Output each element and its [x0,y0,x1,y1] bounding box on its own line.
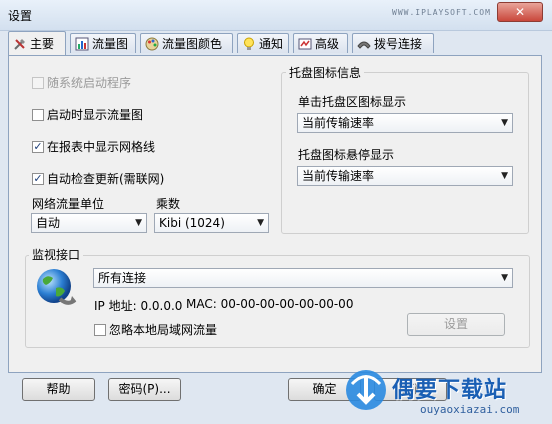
advanced-icon [298,38,312,49]
multiplier-select[interactable]: Kibi (1024) ▼ [154,213,269,233]
unit-value: 自动 [36,216,61,230]
autostart-label: 随系统启动程序 [47,76,132,90]
chevron-down-icon: ▼ [257,218,264,228]
ignore-lan-checkbox[interactable] [94,323,106,336]
show-graph-label: 启动时显示流量图 [47,108,144,122]
chevron-down-icon: ▼ [501,171,508,181]
help-button[interactable]: 帮助 [22,378,95,401]
auto-update-option[interactable]: ✓ 自动检查更新(需联网) [32,170,164,187]
tab-notifications[interactable]: 通知 [237,33,289,53]
palette-icon [145,37,159,50]
autostart-option[interactable]: 随系统启动程序 [32,74,131,91]
tab-label: 拨号连接 [374,37,423,51]
gridlines-label: 在报表中显示网格线 [47,140,156,154]
tab-label: 高级 [315,37,340,51]
tab-general[interactable]: 主要 [8,31,66,55]
multiplier-value: Kibi (1024) [159,216,225,230]
interface-value: 所有连接 [98,271,147,285]
bar-chart-icon [75,37,89,50]
watermark-logo-icon [346,370,386,410]
auto-update-label: 自动检查更新(需联网) [47,172,165,186]
chevron-down-icon: ▼ [501,118,508,128]
ignore-lan-option[interactable]: 忽略本地局域网流量 [94,321,217,338]
title-bar: 设置 WWW.IPLAYSOFT.COM ✕ [0,0,552,31]
close-icon: ✕ [514,5,526,19]
tray-hover-select[interactable]: 当前传输速率 ▼ [297,166,513,186]
watermark-domain: ouyaoxiazai.com [420,403,520,416]
watermark-url: WWW.IPLAYSOFT.COM [392,8,491,17]
show-graph-checkbox[interactable] [32,108,44,121]
interface-settings-button[interactable]: 设置 [407,313,505,336]
gridlines-checkbox[interactable]: ✓ [32,140,44,153]
dialup-icon [357,41,371,49]
close-button[interactable]: ✕ [497,2,543,22]
ip-address: IP 地址: 0.0.0.0 [94,299,183,313]
show-graph-option[interactable]: 启动时显示流量图 [32,106,143,123]
tab-label: 通知 [258,37,283,51]
autostart-checkbox[interactable] [32,76,44,89]
chevron-down-icon: ▼ [501,273,508,283]
tab-graph[interactable]: 流量图 [70,33,136,53]
tray-click-select[interactable]: 当前传输速率 ▼ [297,113,513,133]
unit-select[interactable]: 自动 ▼ [31,213,147,233]
tab-graph-colors[interactable]: 流量图颜色 [140,33,233,53]
mac-address: MAC: 00-00-00-00-00-00-00 [186,297,354,311]
window-title: 设置 [8,9,33,23]
chevron-down-icon: ▼ [135,218,142,228]
tab-dialup[interactable]: 拨号连接 [352,33,434,53]
multiplier-label: 乘数 [156,197,181,211]
tray-group-title: 托盘图标信息 [286,64,365,81]
monitor-group-title: 监视接口 [29,246,84,263]
gridlines-option[interactable]: ✓ 在报表中显示网格线 [32,138,155,155]
watermark-brand: 偶要下载站 [392,378,508,403]
globe-network-icon [37,269,77,305]
tray-hover-label: 托盘图标悬停显示 [298,148,395,162]
tray-click-value: 当前传输速率 [302,116,375,130]
lightbulb-icon [243,37,254,50]
tray-hover-value: 当前传输速率 [302,169,375,183]
password-button[interactable]: 密码(P)... [108,378,181,401]
unit-label: 网络流量单位 [32,197,105,211]
interface-select[interactable]: 所有连接 ▼ [93,268,513,288]
tab-label: 主要 [30,37,55,51]
tab-label: 流量图 [92,37,129,51]
auto-update-checkbox[interactable]: ✓ [32,172,44,185]
tab-label: 流量图颜色 [162,37,223,51]
ignore-lan-label: 忽略本地局域网流量 [109,323,218,337]
tools-icon [14,38,25,50]
tray-click-label: 单击托盘区图标显示 [298,95,407,109]
tab-advanced[interactable]: 高级 [293,33,348,53]
